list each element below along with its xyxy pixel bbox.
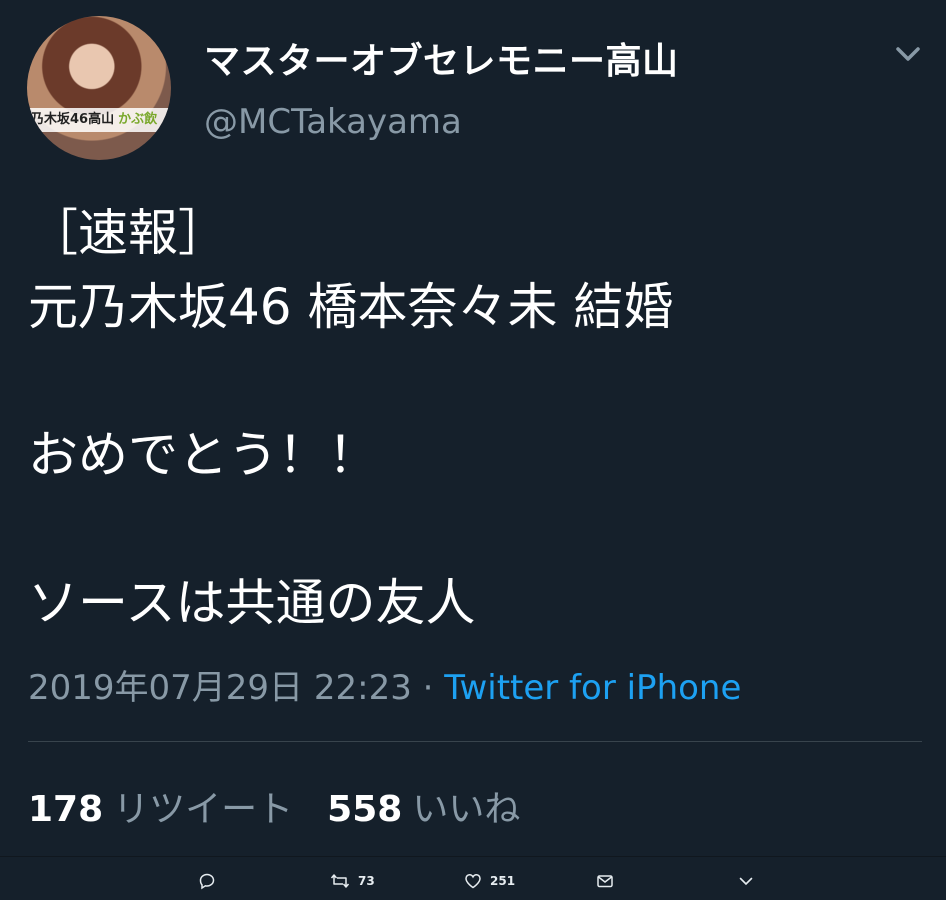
avatar-caption-text: 乃木坂46高山: [31, 112, 115, 127]
reply-button[interactable]: [198, 872, 216, 890]
retweet-stat[interactable]: 178 リツイート: [28, 789, 293, 830]
reply-icon: [199, 873, 215, 890]
avatar-caption: 乃木坂46高山 かぶ飲: [27, 108, 171, 132]
retweet-icon: [330, 874, 350, 888]
retweet-button[interactable]: 73: [330, 872, 375, 890]
like-action-count: 251: [490, 874, 516, 888]
user-handle[interactable]: @MCTakayama: [204, 102, 462, 142]
divider: [0, 856, 946, 857]
action-bar: 73 251: [0, 864, 946, 900]
tweet-text: ［速報］ 元乃木坂46 橋本奈々未 結婚 おめでとう！！ ソースは共通の友人: [28, 204, 674, 632]
avatar-caption-tail: かぶ飲: [118, 112, 158, 127]
retweet-label: リツイート: [113, 789, 294, 830]
chevron-down-icon: [739, 877, 753, 886]
tweet-source-link[interactable]: Twitter for iPhone: [444, 668, 741, 708]
display-name[interactable]: マスターオブセレモニー高山: [204, 32, 679, 84]
mail-icon: [597, 875, 613, 888]
retweet-count: 178: [28, 789, 104, 830]
tweet-meta: 2019年07月29日 22:23 · Twitter for iPhone: [28, 660, 741, 709]
meta-separator: ·: [422, 668, 434, 708]
divider: [28, 741, 922, 742]
tweet-timestamp[interactable]: 2019年07月29日 22:23: [28, 668, 412, 708]
retweet-action-count: 73: [358, 874, 375, 888]
avatar[interactable]: 乃木坂46高山 かぶ飲: [27, 16, 171, 160]
dm-button[interactable]: [596, 872, 614, 890]
tweet-menu-button[interactable]: [890, 40, 926, 70]
like-label: いいね: [412, 789, 521, 830]
heart-icon: [465, 874, 481, 889]
like-button[interactable]: 251: [464, 872, 515, 890]
tweet-stats: 178 リツイート 558 いいね: [28, 780, 520, 832]
chevron-down-icon: [896, 47, 920, 61]
like-count: 558: [327, 789, 403, 830]
like-stat[interactable]: 558 いいね: [327, 789, 520, 830]
more-button[interactable]: [737, 872, 755, 890]
